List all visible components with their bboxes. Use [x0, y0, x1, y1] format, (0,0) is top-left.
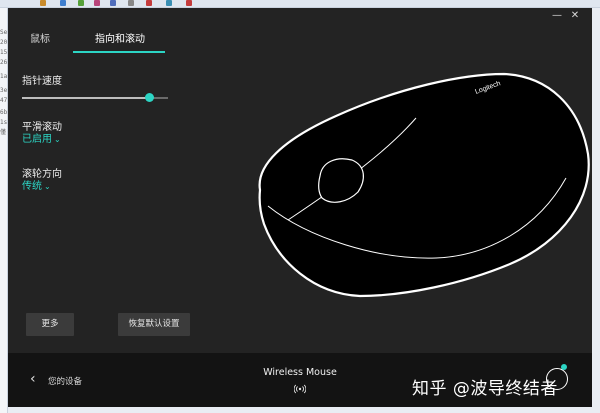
active-tab-indicator: [73, 51, 165, 53]
desktop-icon: [146, 0, 152, 6]
desktop-icon: [186, 0, 192, 6]
desktop-text: 15: [0, 49, 8, 56]
scroll-direction-value: 传统: [22, 181, 42, 192]
smooth-scrolling-value: 已启用: [22, 134, 52, 145]
smooth-scrolling-dropdown[interactable]: 已启用 ⌄: [22, 130, 61, 145]
desktop-icon: [166, 0, 172, 6]
tab-bar: 鼠标 指向和滚动: [8, 24, 168, 64]
desktop-text: 26: [0, 59, 8, 66]
watermark-text: 知乎 @波导终结者: [412, 379, 558, 399]
desktop-icon: [128, 0, 134, 6]
desktop-text: 20: [0, 39, 8, 46]
desktop-text: 47: [0, 97, 8, 104]
desktop-text: 1a: [0, 73, 8, 80]
pointer-speed-slider[interactable]: [22, 93, 168, 102]
desktop-text: 1s: [0, 119, 8, 126]
logitech-options-window: — ✕ 鼠标 指向和滚动 指针速度 平滑滚动 已启用 ⌄ 滚轮方向 传统 ⌄ Log…: [8, 8, 592, 407]
chevron-down-icon: ⌄: [44, 182, 51, 191]
minimize-button[interactable]: —: [550, 10, 564, 21]
notification-dot: [561, 364, 567, 370]
tab-point-and-scroll[interactable]: 指向和滚动: [84, 30, 156, 58]
more-button[interactable]: 更多: [26, 313, 74, 336]
tab-mouse[interactable]: 鼠标: [22, 30, 58, 58]
chevron-down-icon: ⌄: [54, 135, 61, 144]
restore-defaults-button[interactable]: 恢复默认设置: [118, 313, 190, 336]
desktop-icon: [60, 0, 66, 6]
desktop-icon: [40, 0, 46, 6]
desktop-text: 3e: [0, 87, 8, 94]
desktop-text: 6b: [0, 109, 8, 116]
mouse-body-outline: [258, 72, 590, 298]
title-bar: — ✕: [8, 8, 592, 24]
profile-avatar-icon[interactable]: [546, 368, 568, 390]
desktop-text: 僅: [0, 129, 7, 136]
mouse-illustration: Logitech: [258, 72, 590, 298]
desktop-taskbar-strip: [0, 0, 600, 8]
desktop-left-strip: Se 20 15 26 1a 3e 47 6b 1s 僅: [0, 8, 8, 413]
scroll-direction-dropdown[interactable]: 传统 ⌄: [22, 177, 51, 192]
desktop-icon: [110, 0, 116, 6]
wireless-signal-icon: [294, 384, 306, 394]
desktop-text: Se: [0, 29, 8, 36]
desktop-icon: [78, 0, 84, 6]
pointer-speed-label: 指针速度: [22, 76, 62, 87]
slider-fill: [22, 97, 150, 99]
slider-thumb[interactable]: [145, 93, 155, 102]
close-button[interactable]: ✕: [568, 10, 582, 21]
desktop-icon: [94, 0, 100, 6]
